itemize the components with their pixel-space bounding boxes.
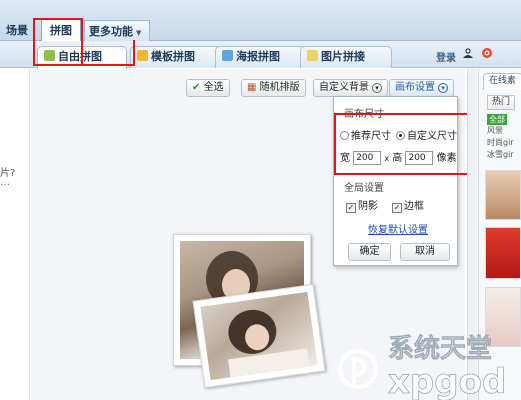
photo-tile[interactable]: [192, 283, 326, 389]
shadow-label: 阴影: [358, 201, 378, 212]
login-link[interactable]: 登录: [436, 49, 456, 64]
hot-button[interactable]: 热门: [487, 95, 515, 110]
chevron-down-icon: ▾: [372, 83, 382, 93]
svg-text:xpgod: xpgod: [388, 362, 506, 400]
poster-icon: [222, 50, 233, 61]
random-layout-button[interactable]: ▦ 随机排版: [241, 79, 306, 97]
menu-more-label: 更多功能: [89, 25, 133, 38]
tab-label: 模板拼图: [151, 50, 195, 63]
canvas-settings-button[interactable]: 画布设置 ▾: [389, 79, 454, 97]
tab-label: 海报拼图: [236, 50, 280, 63]
highlight-box-canvas-size: [334, 113, 474, 175]
border-option[interactable]: ✓ 边框: [392, 197, 424, 213]
custom-background-button[interactable]: 自定义背景 ▾: [313, 79, 388, 97]
tab-image-splice[interactable]: 图片拼接: [300, 46, 392, 68]
select-all-button[interactable]: ✔ 全选: [186, 79, 230, 97]
girl-portrait-image: [227, 309, 310, 380]
chevron-down-icon: ▼: [136, 29, 142, 37]
ok-button[interactable]: 确定: [348, 243, 391, 261]
svg-text:系统天堂: 系统天堂: [388, 333, 492, 364]
restore-default-link[interactable]: 恢复默认设置: [368, 221, 428, 236]
custom-background-label: 自定义背景: [319, 82, 369, 93]
tab-label: 图片拼接: [321, 50, 365, 63]
watermark-logo: 系统天堂 xpgod: [338, 333, 507, 400]
category-link[interactable]: 时尚gir: [487, 138, 514, 148]
left-panel-dots: …: [0, 177, 10, 188]
chevron-down-icon: ▾: [438, 83, 448, 93]
global-settings-title: 全局设置: [344, 183, 384, 194]
material-thumbnail[interactable]: [485, 170, 521, 220]
user-icon[interactable]: [462, 47, 474, 59]
category-link[interactable]: 冰雪gir: [487, 150, 514, 160]
shadow-checkbox[interactable]: ✓: [346, 203, 356, 213]
cancel-button[interactable]: 取消: [400, 243, 450, 261]
left-panel: 片? …: [0, 69, 30, 400]
shuffle-icon: ▦: [247, 82, 257, 93]
fire-icon[interactable]: [481, 47, 493, 59]
border-checkbox[interactable]: ✓: [392, 203, 402, 213]
material-thumbnail[interactable]: [485, 227, 521, 279]
tab-poster-puzzle[interactable]: 海报拼图: [215, 46, 307, 68]
template-icon: [137, 50, 148, 61]
random-layout-label: 随机排版: [259, 82, 300, 93]
category-link[interactable]: 风景: [487, 126, 503, 136]
menu-scene[interactable]: 场景: [2, 20, 32, 41]
splice-icon: [307, 50, 318, 61]
all-category-badge[interactable]: 全部: [487, 114, 507, 125]
select-all-label: 全选: [203, 82, 224, 93]
highlight-box-free-tab: [33, 40, 135, 66]
shadow-option[interactable]: ✓ 阴影: [346, 197, 378, 213]
photo-image: [200, 291, 318, 381]
border-label: 边框: [404, 201, 424, 212]
tab-online-materials[interactable]: 在线素: [483, 73, 521, 90]
tab-template-puzzle[interactable]: 模板拼图: [130, 46, 222, 68]
canvas-settings-label: 画布设置: [395, 82, 435, 93]
check-icon: ✔: [192, 82, 201, 93]
menu-more-features[interactable]: 更多功能 ▼: [84, 20, 150, 41]
